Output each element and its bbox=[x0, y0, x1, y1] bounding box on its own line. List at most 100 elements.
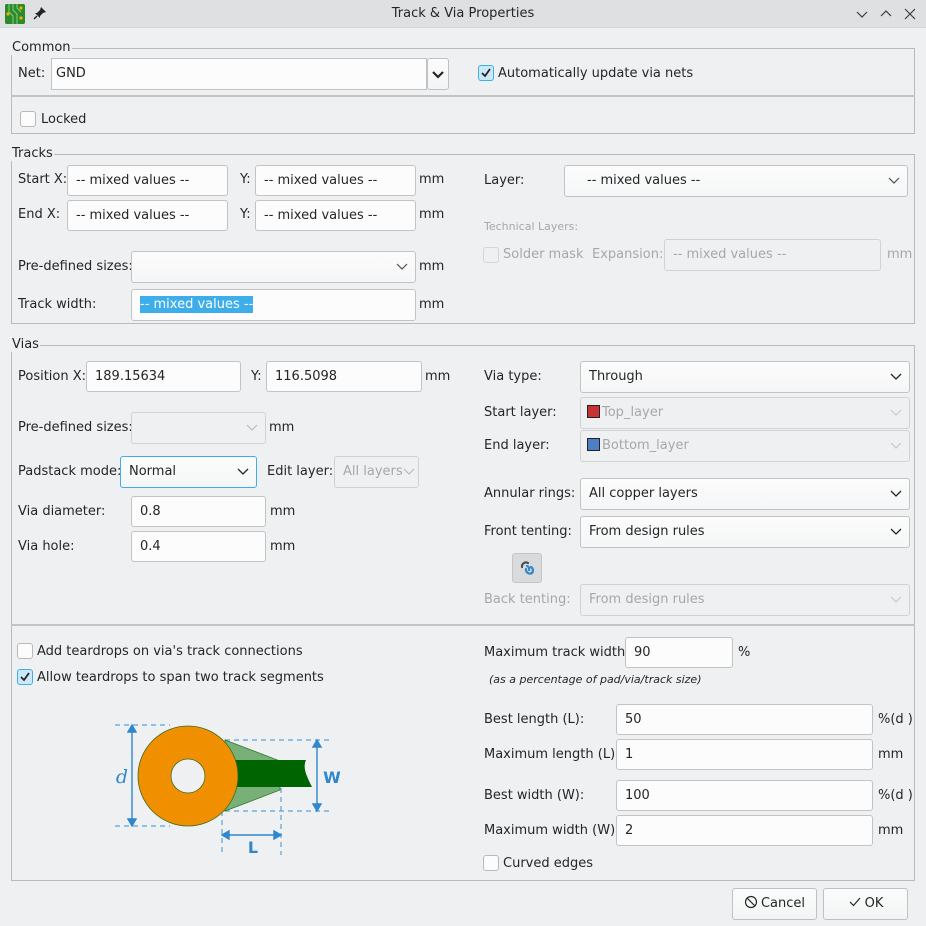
chevron-down-icon bbox=[890, 490, 902, 497]
add-teardrops-checkbox[interactable] bbox=[17, 643, 33, 659]
chevron-down-icon bbox=[888, 177, 900, 184]
technical-layers-label: Technical Layers: bbox=[484, 220, 579, 233]
best-width-unit: %(d ) bbox=[878, 788, 913, 803]
span-two-segments-checkbox[interactable] bbox=[17, 669, 33, 685]
chevron-up-icon bbox=[880, 10, 892, 17]
cancel-button[interactable]: Cancel bbox=[732, 888, 817, 920]
solder-mask-checkbox[interactable] bbox=[483, 247, 499, 263]
start-y-input[interactable]: -- mixed values -- bbox=[255, 165, 416, 196]
edit-layer-select[interactable]: All layers bbox=[334, 456, 419, 488]
chevron-down-icon bbox=[890, 373, 902, 380]
max-width-label: Maximum width (W): bbox=[484, 823, 620, 838]
width-label: W bbox=[323, 768, 341, 787]
padstack-mode-label: Padstack mode: bbox=[18, 464, 122, 479]
track-width-value: -- mixed values -- bbox=[140, 296, 254, 313]
add-teardrops-label: Add teardrops on via's track connections bbox=[37, 644, 303, 659]
minimize-button[interactable] bbox=[853, 5, 871, 23]
track-predefined-sizes-label: Pre-defined sizes: bbox=[18, 259, 133, 274]
cancel-label: Cancel bbox=[760, 896, 806, 911]
via-predefined-sizes-select[interactable] bbox=[131, 412, 266, 444]
auto-update-via-nets-label: Automatically update via nets bbox=[498, 66, 694, 81]
via-type-label: Via type: bbox=[484, 369, 542, 384]
max-width-input[interactable]: 2 bbox=[616, 815, 873, 846]
chevron-down-icon bbox=[890, 596, 902, 603]
via-position-x-label: Position X: bbox=[18, 369, 87, 384]
start-y-label: Y: bbox=[240, 172, 251, 187]
start-layer-select[interactable]: Top_layer bbox=[580, 397, 910, 429]
via-position-y-input[interactable]: 116.5098 bbox=[266, 361, 422, 392]
via-position-y-label: Y: bbox=[251, 369, 262, 384]
max-length-input[interactable]: 1 bbox=[616, 739, 873, 770]
start-x-input[interactable]: -- mixed values -- bbox=[67, 165, 228, 196]
expansion-input[interactable]: -- mixed values -- bbox=[664, 239, 881, 271]
max-length-label: Maximum length (L): bbox=[484, 747, 620, 762]
window-title: Track & Via Properties bbox=[391, 6, 535, 21]
edit-layer-label: Edit layer: bbox=[267, 464, 334, 479]
vias-group-label: Vias bbox=[11, 337, 40, 352]
maximize-button[interactable] bbox=[877, 5, 895, 23]
chevron-down-icon bbox=[246, 424, 258, 431]
net-input[interactable]: GND bbox=[51, 58, 427, 90]
end-y-input[interactable]: -- mixed values -- bbox=[255, 200, 416, 231]
back-tenting-value: From design rules bbox=[589, 592, 705, 607]
track-predefined-sizes-select[interactable] bbox=[131, 251, 416, 283]
chevron-down-icon bbox=[432, 71, 444, 79]
via-position-unit-label: mm bbox=[425, 369, 451, 384]
locked-checkbox[interactable] bbox=[20, 111, 36, 127]
track-layer-select[interactable]: -- mixed values -- bbox=[564, 165, 908, 197]
span-two-segments-label: Allow teardrops to span two track segmen… bbox=[37, 670, 324, 685]
net-dropdown-button[interactable] bbox=[427, 58, 449, 90]
chevron-down-icon bbox=[403, 468, 415, 475]
link-tenting-button[interactable] bbox=[512, 553, 542, 583]
ok-button[interactable]: OK bbox=[823, 888, 908, 920]
close-icon bbox=[904, 8, 916, 20]
checkmark-icon bbox=[481, 68, 491, 78]
end-layer-value: Bottom_layer bbox=[602, 438, 689, 453]
max-track-width-unit: % bbox=[738, 645, 751, 660]
auto-update-via-nets-checkbox[interactable] bbox=[478, 65, 494, 81]
end-x-input[interactable]: -- mixed values -- bbox=[67, 200, 228, 231]
divider bbox=[11, 95, 915, 97]
layer-color-swatch bbox=[587, 438, 600, 451]
chevron-down-icon bbox=[890, 442, 902, 449]
front-tenting-select[interactable]: From design rules bbox=[580, 516, 910, 548]
via-hole-label: Via hole: bbox=[18, 539, 75, 554]
via-diameter-unit-label: mm bbox=[270, 504, 296, 519]
back-tenting-label: Back tenting: bbox=[484, 592, 571, 607]
track-predefined-unit-label: mm bbox=[419, 259, 445, 274]
via-type-value: Through bbox=[589, 369, 643, 384]
max-track-width-label: Maximum track width: bbox=[484, 645, 630, 660]
best-width-input[interactable]: 100 bbox=[616, 780, 873, 811]
diameter-label: d bbox=[116, 766, 128, 788]
net-label: Net: bbox=[18, 66, 46, 81]
end-x-label: End X: bbox=[18, 207, 61, 222]
curved-edges-checkbox[interactable] bbox=[483, 855, 499, 871]
end-unit-label: mm bbox=[419, 207, 445, 222]
via-diameter-label: Via diameter: bbox=[18, 504, 106, 519]
annular-rings-value: All copper layers bbox=[589, 486, 698, 501]
percentage-note: (as a percentage of pad/via/track size) bbox=[489, 673, 702, 686]
back-tenting-select[interactable]: From design rules bbox=[580, 584, 910, 616]
track-width-label: Track width: bbox=[18, 297, 97, 312]
padstack-mode-select[interactable]: Normal bbox=[120, 456, 257, 488]
via-hole-input[interactable]: 0.4 bbox=[131, 531, 266, 562]
chevron-down-icon bbox=[890, 528, 902, 535]
layer-color-swatch bbox=[587, 405, 600, 418]
close-button[interactable] bbox=[901, 5, 919, 23]
best-length-input[interactable]: 50 bbox=[616, 704, 873, 735]
teardrop-diagram: d W L bbox=[115, 723, 341, 857]
ok-label: OK bbox=[864, 896, 884, 911]
end-layer-select[interactable]: Bottom_layer bbox=[580, 430, 910, 462]
max-track-width-input[interactable]: 90 bbox=[625, 637, 733, 668]
start-unit-label: mm bbox=[419, 172, 445, 187]
checkmark-icon bbox=[20, 672, 30, 682]
edit-layer-value: All layers bbox=[343, 464, 403, 479]
via-diameter-input[interactable]: 0.8 bbox=[131, 496, 266, 527]
end-layer-label: End layer: bbox=[484, 438, 550, 453]
annular-rings-select[interactable]: All copper layers bbox=[580, 478, 910, 510]
via-position-x-input[interactable]: 189.15634 bbox=[86, 361, 241, 392]
max-length-unit: mm bbox=[878, 747, 904, 762]
track-width-input[interactable]: -- mixed values -- bbox=[131, 289, 416, 321]
expansion-unit-label: mm bbox=[887, 247, 913, 262]
via-type-select[interactable]: Through bbox=[580, 361, 910, 393]
